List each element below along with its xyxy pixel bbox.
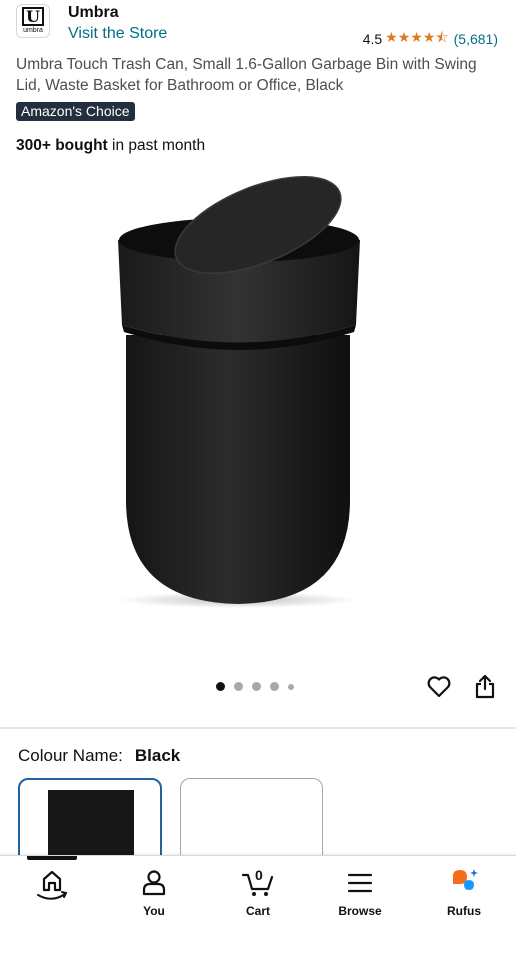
nav-cart-label: Cart bbox=[245, 904, 270, 918]
carousel-dot[interactable] bbox=[234, 682, 243, 691]
user-icon bbox=[142, 870, 166, 896]
nav-rufus[interactable]: Rufus bbox=[424, 866, 504, 918]
brand-logo-letter: U bbox=[22, 7, 44, 26]
product-image[interactable] bbox=[108, 170, 368, 610]
amazons-choice-badge[interactable]: Amazon's Choice bbox=[16, 102, 135, 121]
brand-name[interactable]: Umbra bbox=[68, 4, 119, 22]
image-carousel-indicator[interactable] bbox=[216, 682, 294, 691]
colour-name-row: Colour Name: Black bbox=[18, 746, 180, 766]
rufus-icon bbox=[453, 869, 478, 890]
carousel-dot[interactable] bbox=[288, 683, 294, 690]
carousel-dot[interactable] bbox=[252, 682, 261, 691]
active-tab-indicator bbox=[27, 856, 77, 860]
nav-browse-label: Browse bbox=[338, 904, 382, 918]
carousel-dot[interactable] bbox=[270, 682, 279, 691]
rating-value: 4.5 bbox=[362, 31, 383, 47]
product-title: Umbra Touch Trash Can, Small 1.6-Gallon … bbox=[16, 56, 477, 94]
heart-icon[interactable] bbox=[426, 674, 452, 700]
nav-cart[interactable]: 0 Cart bbox=[218, 866, 298, 918]
brand-logo[interactable]: U umbra bbox=[16, 4, 50, 38]
nav-you[interactable]: You bbox=[114, 866, 194, 918]
share-icon[interactable] bbox=[474, 673, 496, 699]
star-rating-icon: ★★★★⯪ bbox=[385, 29, 449, 45]
rating-summary[interactable]: 4.5 ★★★★⯪ (5,681) bbox=[363, 27, 498, 51]
visit-store-link[interactable]: Visit the Store bbox=[68, 25, 167, 43]
nav-rufus-label: Rufus bbox=[447, 904, 481, 918]
colour-value: Black bbox=[134, 746, 181, 765]
bought-count-bold: 300+ bought bbox=[16, 137, 108, 154]
carousel-dot[interactable] bbox=[216, 682, 225, 691]
colour-label: Colour Name: bbox=[18, 746, 123, 765]
bought-count: 300+ bought in past month bbox=[16, 137, 205, 155]
section-divider bbox=[0, 727, 516, 729]
home-icon bbox=[37, 870, 68, 900]
bought-count-rest: in past month bbox=[107, 137, 206, 154]
cart-count: 0 bbox=[255, 867, 263, 883]
nav-browse[interactable]: Browse bbox=[320, 866, 400, 918]
cart-icon-wrap: 0 bbox=[241, 866, 275, 900]
brand-logo-text: umbra bbox=[23, 27, 43, 34]
rating-count[interactable]: (5,681) bbox=[454, 31, 498, 47]
bottom-nav-bar: You 0 Cart Browse Rufus bbox=[0, 855, 516, 961]
nav-home[interactable] bbox=[12, 866, 92, 904]
menu-icon bbox=[347, 873, 373, 893]
nav-you-label: You bbox=[143, 904, 165, 918]
